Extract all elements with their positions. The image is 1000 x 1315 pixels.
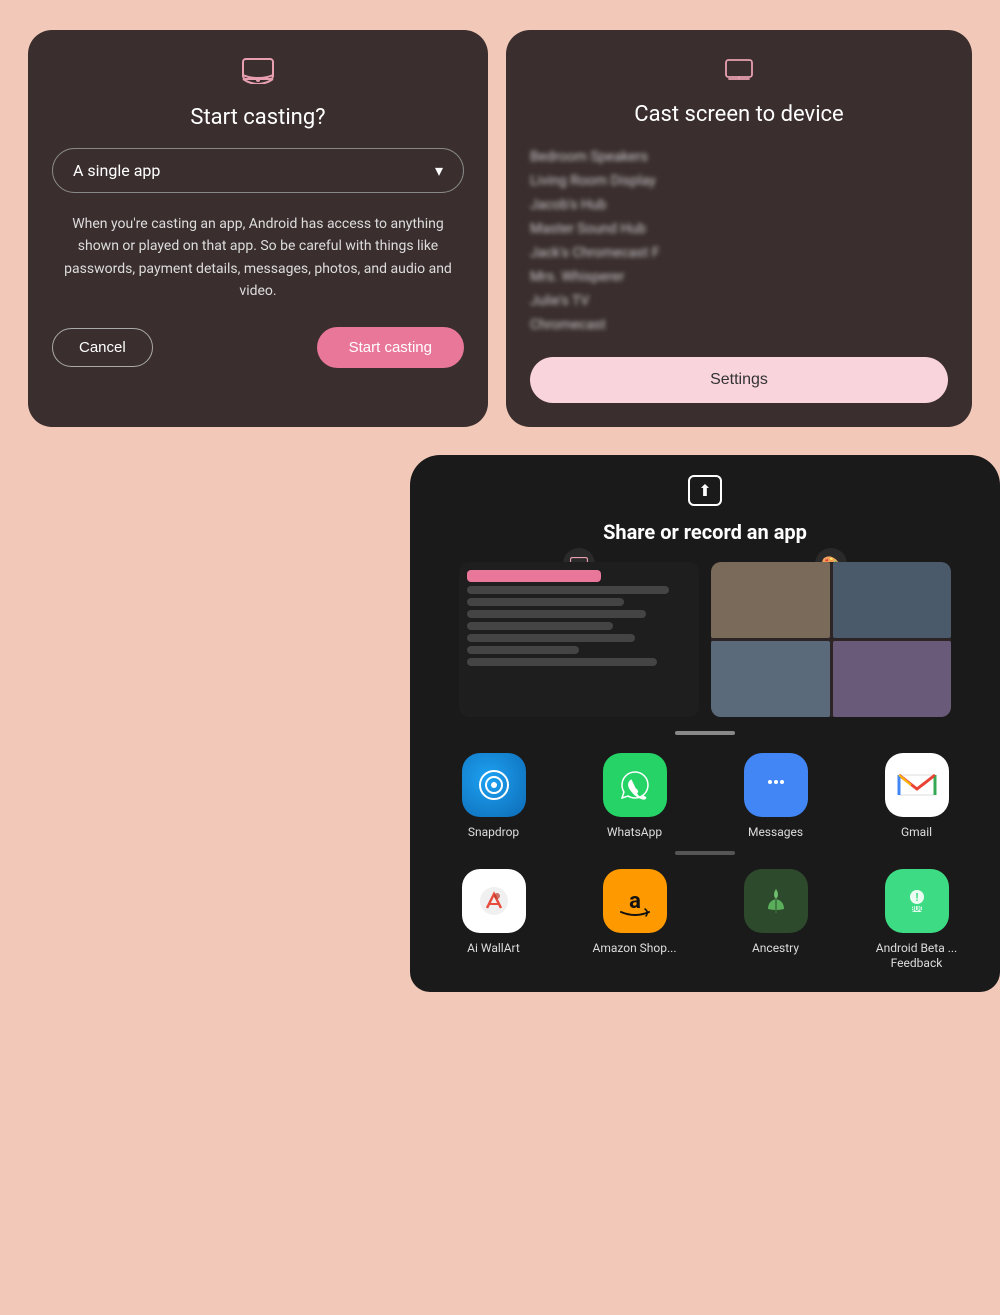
- messages-icon-el: [744, 753, 808, 817]
- thumb-image-1: [459, 562, 699, 717]
- device-item[interactable]: Bedroom Speakers: [530, 145, 948, 169]
- app-item-amazon[interactable]: a Amazon Shop...: [569, 869, 700, 972]
- app-item-snapdrop[interactable]: Snapdrop: [428, 753, 559, 841]
- app-grid: Snapdrop WhatsApp Messages: [410, 753, 1000, 841]
- app-label-whatsapp: WhatsApp: [607, 825, 662, 841]
- amazon-icon-el: a: [603, 869, 667, 933]
- app-item-ancestry[interactable]: Ancestry: [710, 869, 841, 972]
- device-item[interactable]: Mrs. Whisperer: [530, 265, 948, 289]
- app-item-androidbeta[interactable]: ! BUG Android Beta ...Feedback: [851, 869, 982, 972]
- snapdrop-icon: [462, 753, 526, 817]
- casting-description: When you're casting an app, Android has …: [52, 213, 464, 303]
- app-label-ancestry: Ancestry: [752, 941, 799, 957]
- svg-text:!: !: [915, 891, 918, 904]
- cast-icon-right: [530, 58, 948, 88]
- start-casting-card: Start casting? A single app ▾ When you'r…: [28, 30, 488, 427]
- app-label-messages: Messages: [748, 825, 803, 841]
- thumbnail-cast-app[interactable]: [459, 562, 699, 717]
- app-item-whatsapp[interactable]: WhatsApp: [569, 753, 700, 841]
- device-item[interactable]: Julie's TV: [530, 289, 948, 313]
- app-label-gmail: Gmail: [901, 825, 932, 841]
- share-panel: ⬆ Share or record an app: [410, 455, 1000, 992]
- thumb-image-2: [711, 562, 951, 717]
- app-grid-row2: Ai WallArt a Amazon Shop...: [410, 869, 1000, 972]
- app-label-wallart: Ai WallArt: [467, 941, 520, 957]
- device-item[interactable]: Jack's Chromecast F: [530, 241, 948, 265]
- start-casting-button[interactable]: Start casting: [317, 327, 464, 368]
- wallart-icon-el: [462, 869, 526, 933]
- whatsapp-icon-el: [603, 753, 667, 817]
- app-selector-dropdown[interactable]: A single app ▾: [52, 148, 464, 193]
- casting-actions: Cancel Start casting: [52, 327, 464, 368]
- scroll-indicator: [675, 731, 735, 735]
- app-label-amazon: Amazon Shop...: [593, 941, 677, 957]
- dropdown-value: A single app: [73, 161, 160, 180]
- share-panel-title: Share or record an app: [410, 520, 1000, 544]
- device-item[interactable]: Living Room Display: [530, 169, 948, 193]
- app-item-messages[interactable]: Messages: [710, 753, 841, 841]
- device-list: Bedroom Speakers Living Room Display Jac…: [530, 145, 948, 337]
- device-item[interactable]: Jacob's Hub: [530, 193, 948, 217]
- device-item[interactable]: Master Sound Hub: [530, 217, 948, 241]
- androidbeta-icon-el: ! BUG: [885, 869, 949, 933]
- gmail-icon-el: [885, 753, 949, 817]
- app-item-wallart[interactable]: Ai WallArt: [428, 869, 559, 972]
- svg-text:a: a: [629, 889, 641, 914]
- device-item[interactable]: Chromecast: [530, 313, 948, 337]
- app-label-snapdrop: Snapdrop: [468, 825, 519, 841]
- ancestry-icon-el: [744, 869, 808, 933]
- app-item-gmail[interactable]: Gmail: [851, 753, 982, 841]
- casting-title: Start casting?: [52, 105, 464, 130]
- svg-text:BUG: BUG: [910, 905, 924, 913]
- chevron-down-icon: ▾: [435, 161, 443, 180]
- thumbnail-photos-app[interactable]: 🎨: [711, 562, 951, 717]
- app-thumbnails-row: 🎨: [410, 562, 1000, 717]
- cast-screen-card: Cast screen to device Bedroom Speakers L…: [506, 30, 972, 427]
- cast-icon-left: [52, 58, 464, 91]
- grid-divider: [675, 851, 735, 855]
- cancel-button[interactable]: Cancel: [52, 328, 153, 367]
- cast-screen-title: Cast screen to device: [530, 102, 948, 127]
- app-label-androidbeta: Android Beta ...Feedback: [876, 941, 957, 972]
- share-upload-icon: ⬆: [410, 475, 1000, 506]
- upload-box-icon: ⬆: [688, 475, 721, 506]
- settings-button[interactable]: Settings: [530, 357, 948, 403]
